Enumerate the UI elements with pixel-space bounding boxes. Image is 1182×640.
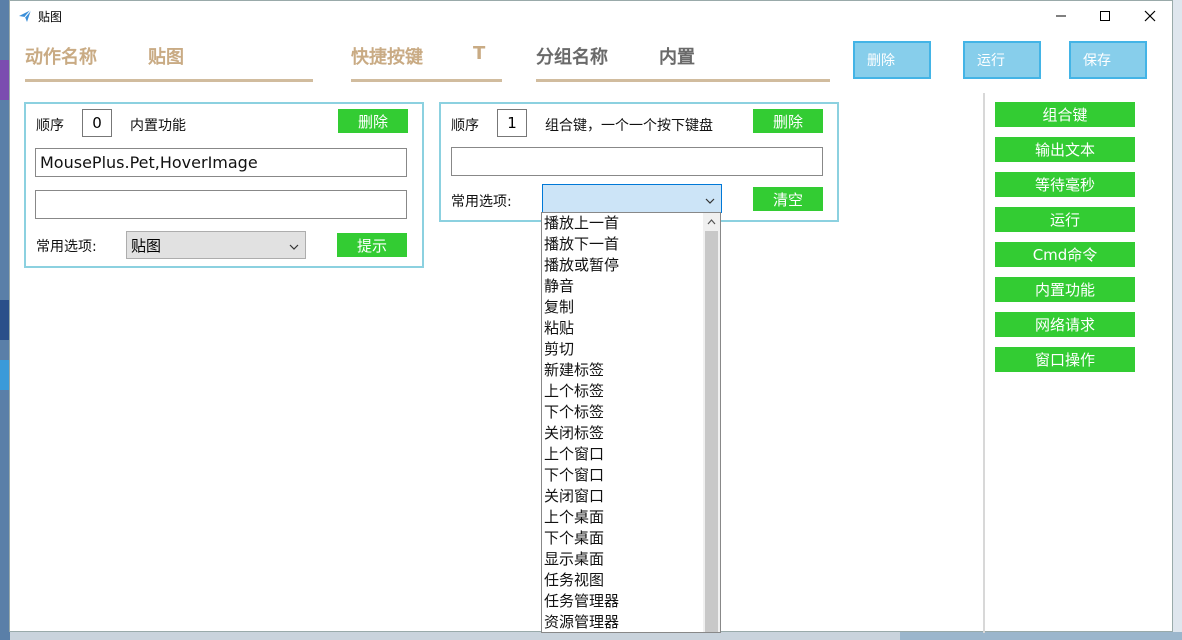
title-bar[interactable]: 贴图 bbox=[10, 1, 1172, 31]
dropdown-option[interactable]: 下个桌面 bbox=[542, 528, 720, 549]
dropdown-option[interactable]: 复制 bbox=[542, 297, 720, 318]
delete-action-button[interactable]: 删除 bbox=[853, 41, 931, 79]
hotkey-underline bbox=[351, 79, 502, 82]
chevron-down-icon bbox=[705, 190, 715, 208]
dropdown-option[interactable]: 上个标签 bbox=[542, 381, 720, 402]
dropdown-items: 播放上一首 播放下一首 播放或暂停 静音 复制 粘贴 剪切 新建标签 上个标签 下个标签 关闭标签上… bbox=[542, 213, 720, 632]
dropdown-option[interactable]: 关闭窗口 bbox=[542, 486, 720, 507]
options-select[interactable] bbox=[542, 184, 722, 213]
options-label: 常用选项: bbox=[36, 239, 97, 255]
options-select[interactable]: 贴图 bbox=[126, 231, 306, 259]
dropdown-option[interactable]: 资源管理器 bbox=[542, 612, 720, 632]
hint-button[interactable]: 提示 bbox=[337, 233, 407, 257]
step-input-primary[interactable] bbox=[451, 147, 823, 176]
order-number-box[interactable]: 1 bbox=[497, 109, 527, 137]
options-label: 常用选项: bbox=[451, 194, 512, 210]
step-panel-0: 顺序 0 内置功能 删除 MousePlus.Pet,HoverImage 常用… bbox=[24, 102, 424, 268]
dropdown-option[interactable]: 新建标签 bbox=[542, 360, 720, 381]
sidebar-item-network-request[interactable]: 网络请求 bbox=[995, 312, 1135, 337]
order-number-box[interactable]: 0 bbox=[82, 109, 112, 137]
sidebar-item-wait-ms[interactable]: 等待毫秒 bbox=[995, 172, 1135, 197]
group-value[interactable]: 内置 bbox=[659, 43, 695, 69]
step-type-label: 组合键，一个一个按下键盘 bbox=[545, 118, 713, 134]
dropdown-option[interactable]: 关闭标签 bbox=[542, 423, 720, 444]
dropdown-option[interactable]: 下个窗口 bbox=[542, 465, 720, 486]
step-panel-1: 顺序 1 组合键，一个一个按下键盘 删除 常用选项: 清空 bbox=[439, 102, 839, 222]
save-action-button[interactable]: 保存 bbox=[1069, 41, 1147, 79]
dropdown-scrollbar[interactable] bbox=[703, 213, 720, 632]
dropdown-option[interactable]: 播放上一首 bbox=[542, 213, 720, 234]
main-window: 贴图 动作名称 贴图 快捷按键 T 分组名称 内置 删除 运行 保存 顺序 0 … bbox=[9, 0, 1173, 633]
step-type-label: 内置功能 bbox=[130, 118, 186, 134]
order-label: 顺序 bbox=[36, 118, 64, 134]
delete-step-button[interactable]: 删除 bbox=[753, 109, 823, 133]
dropdown-option[interactable]: 上个窗口 bbox=[542, 444, 720, 465]
maximize-button[interactable] bbox=[1083, 4, 1127, 28]
desktop-background-bottom bbox=[900, 632, 1182, 640]
close-button[interactable] bbox=[1128, 4, 1172, 28]
dropdown-option[interactable]: 粘贴 bbox=[542, 318, 720, 339]
sidebar-item-cmd[interactable]: Cmd命令 bbox=[995, 242, 1135, 267]
dropdown-option[interactable]: 下个标签 bbox=[542, 402, 720, 423]
sidebar-item-combo-key[interactable]: 组合键 bbox=[995, 102, 1135, 127]
action-name-underline bbox=[25, 79, 313, 82]
dropdown-option[interactable]: 显示桌面 bbox=[542, 549, 720, 570]
sidebar-item-window-ops[interactable]: 窗口操作 bbox=[995, 347, 1135, 372]
step-input-primary[interactable]: MousePlus.Pet,HoverImage bbox=[35, 148, 407, 177]
dropdown-option[interactable]: 播放或暂停 bbox=[542, 255, 720, 276]
chevron-down-icon bbox=[289, 236, 299, 254]
delete-step-button[interactable]: 删除 bbox=[338, 109, 408, 133]
action-name-label: 动作名称 bbox=[25, 47, 97, 68]
action-name-value[interactable]: 贴图 bbox=[148, 43, 184, 69]
options-select-value: 贴图 bbox=[131, 236, 162, 255]
chevron-up-icon[interactable] bbox=[703, 213, 720, 230]
scrollbar-thumb[interactable] bbox=[705, 231, 718, 632]
options-dropdown-list[interactable]: 播放上一首 播放下一首 播放或暂停 静音 复制 粘贴 剪切 新建标签 上个标签 下个标签 关闭标签上… bbox=[541, 212, 721, 633]
hotkey-value[interactable]: T bbox=[473, 43, 485, 64]
run-action-button[interactable]: 运行 bbox=[963, 41, 1041, 79]
minimize-button[interactable] bbox=[1039, 4, 1083, 28]
dropdown-option[interactable]: 静音 bbox=[542, 276, 720, 297]
clear-button[interactable]: 清空 bbox=[753, 187, 823, 211]
sidebar-divider bbox=[983, 93, 985, 633]
hotkey-label: 快捷按键 bbox=[351, 47, 423, 68]
dropdown-option[interactable]: 任务视图 bbox=[542, 570, 720, 591]
sidebar-item-run[interactable]: 运行 bbox=[995, 207, 1135, 232]
order-label: 顺序 bbox=[451, 118, 479, 134]
sidebar-item-builtin[interactable]: 内置功能 bbox=[995, 277, 1135, 302]
window-title: 贴图 bbox=[38, 10, 63, 24]
group-underline bbox=[536, 79, 830, 82]
dropdown-option[interactable]: 播放下一首 bbox=[542, 234, 720, 255]
dropdown-option[interactable]: 剪切 bbox=[542, 339, 720, 360]
group-label: 分组名称 bbox=[536, 47, 608, 68]
dropdown-option[interactable]: 任务管理器 bbox=[542, 591, 720, 612]
step-input-secondary[interactable] bbox=[35, 190, 407, 219]
desktop-background-right bbox=[1172, 0, 1182, 640]
sidebar-item-output-text[interactable]: 输出文本 bbox=[995, 137, 1135, 162]
dropdown-option[interactable]: 上个桌面 bbox=[542, 507, 720, 528]
paper-plane-icon bbox=[18, 8, 32, 27]
